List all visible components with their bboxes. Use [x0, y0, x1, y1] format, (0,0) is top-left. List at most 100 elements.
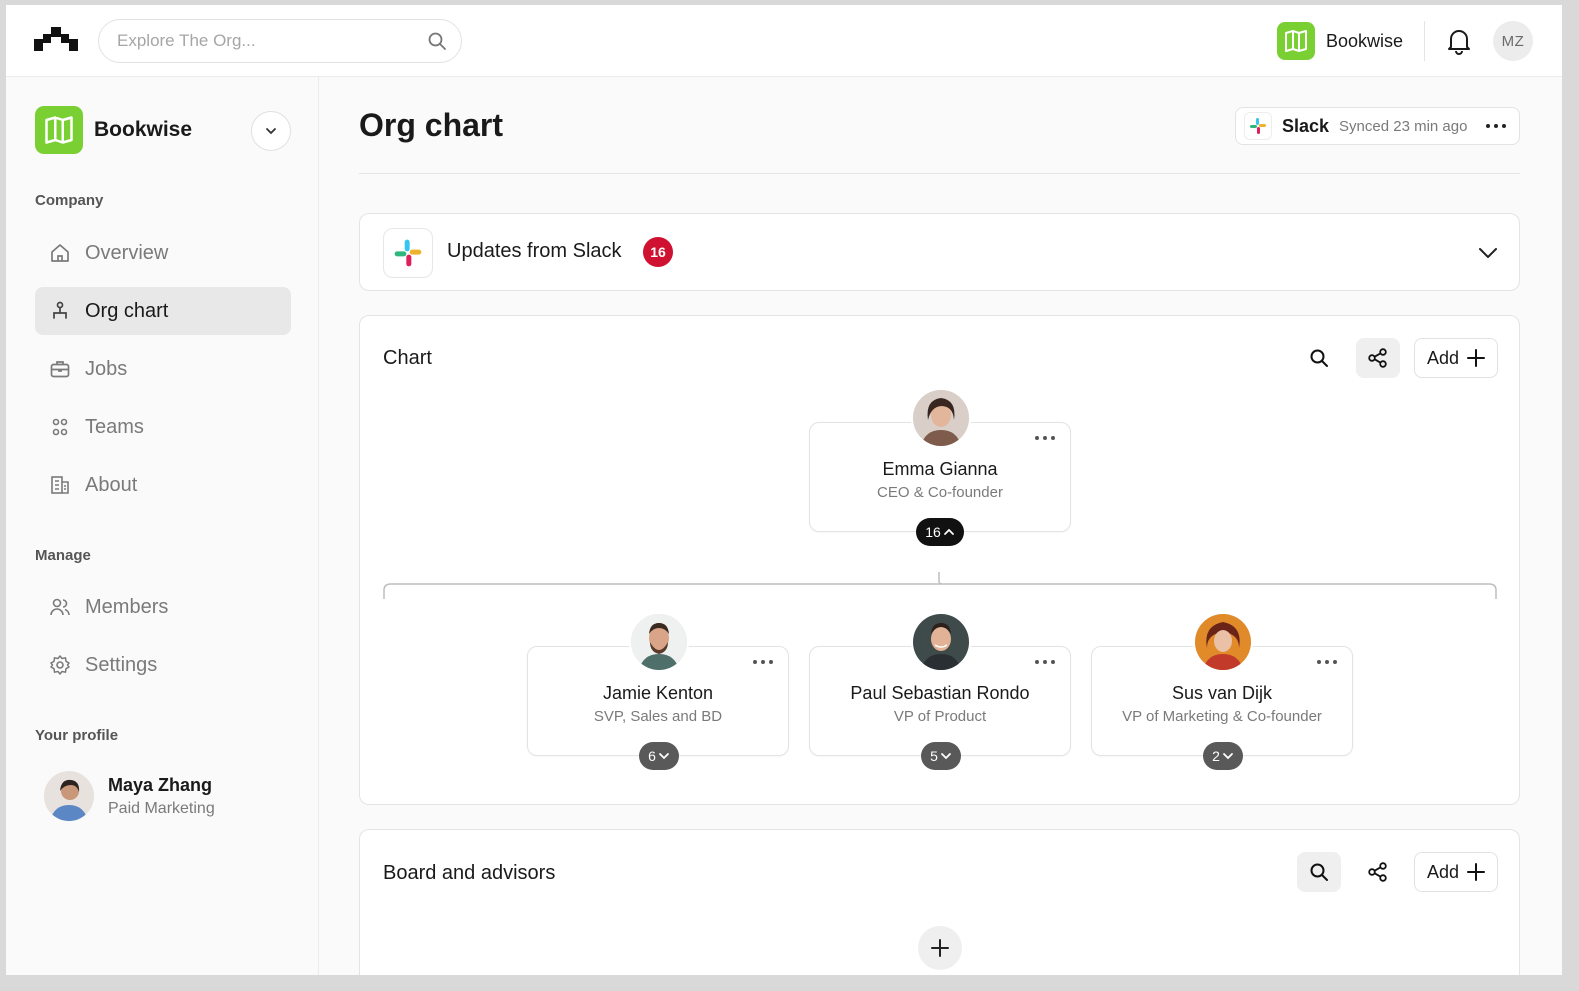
slack-logo-icon [383, 228, 433, 278]
chevron-down-icon [266, 128, 276, 135]
reports-count: 16 [925, 524, 941, 540]
sync-source: Slack [1282, 115, 1330, 136]
org-node-child[interactable]: Paul Sebastian Rondo VP of Product 5 [809, 612, 1071, 770]
sidebar-item-label: About [85, 473, 138, 496]
building-icon [51, 476, 69, 494]
person-avatar [911, 612, 971, 672]
user-avatar[interactable]: MZ [1493, 21, 1533, 61]
more-options-icon[interactable] [1034, 434, 1056, 442]
person-name: Emma Gianna [882, 459, 998, 479]
chevron-down-icon[interactable] [1476, 241, 1500, 265]
sidebar-item-about[interactable]: About [35, 461, 291, 509]
org-dropdown-button[interactable] [251, 111, 291, 151]
search-icon [1310, 863, 1328, 881]
chevron-up-icon [943, 528, 954, 535]
plus-icon [931, 939, 949, 957]
plus-icon [1467, 349, 1486, 367]
sidebar-item-jobs[interactable]: Jobs [35, 345, 291, 393]
chevron-down-icon [1222, 753, 1233, 760]
profile-avatar [44, 771, 94, 821]
board-share-button[interactable] [1356, 852, 1400, 892]
person-name: Jamie Kenton [602, 683, 714, 703]
plus-icon [1467, 863, 1486, 881]
slack-updates-panel[interactable]: Updates from Slack 16 [359, 213, 1520, 291]
person-avatar [1193, 612, 1253, 672]
sidebar-item-label: Jobs [85, 357, 128, 380]
book-icon [1277, 22, 1315, 60]
chart-share-button[interactable] [1356, 338, 1400, 378]
sidebar-item-members[interactable]: Members [35, 583, 291, 631]
reports-toggle[interactable]: 6 [639, 742, 679, 770]
person-role: CEO & Co-founder [877, 484, 1003, 501]
reports-count: 5 [930, 748, 938, 764]
reports-count: 2 [1212, 748, 1220, 764]
sidebar-item-label: Members [85, 595, 169, 618]
divider [1424, 21, 1425, 61]
profile-name: Maya Zhang [108, 774, 213, 795]
sidebar-item-org-chart[interactable]: Org chart [35, 287, 291, 335]
person-role: VP of Product [893, 708, 987, 725]
sidebar-org[interactable]: Bookwise [35, 106, 192, 154]
sidebar-item-label: Org chart [85, 299, 169, 322]
sidebar-item-teams[interactable]: Teams [35, 403, 291, 451]
profile-card[interactable]: Maya Zhang Paid Marketing [44, 771, 215, 821]
search-bar[interactable]: Explore The Org... [98, 19, 462, 63]
more-options-icon[interactable] [752, 658, 774, 666]
book-icon [35, 106, 83, 154]
section-your-profile: Your profile [35, 727, 119, 744]
chart-add-button[interactable]: Add [1414, 338, 1498, 378]
reports-toggle[interactable]: 5 [921, 742, 961, 770]
notification-bell-icon[interactable] [1446, 27, 1472, 55]
app-logo-icon[interactable] [34, 25, 78, 55]
person-role: SVP, Sales and BD [593, 708, 723, 725]
teams-icon [52, 418, 68, 436]
person-avatar [629, 612, 689, 672]
app-window: Explore The Org... Bookwise MZ Bookwise … [6, 5, 1562, 975]
sidebar-org-name: Bookwise [94, 118, 193, 141]
more-options-icon[interactable] [1316, 658, 1338, 666]
home-icon [51, 244, 69, 262]
org-node-child[interactable]: Sus van Dijk VP of Marketing & Co-founde… [1091, 612, 1353, 770]
sync-time: Synced 23 min ago [1339, 117, 1468, 135]
org-node-root[interactable]: Emma Gianna CEO & Co-founder 16 [809, 388, 1071, 546]
section-company: Company [35, 192, 104, 209]
reports-toggle[interactable]: 2 [1203, 742, 1243, 770]
share-icon [1368, 348, 1387, 368]
reports-count: 6 [648, 748, 656, 764]
org-chart-panel: Chart Add Emma Gianna CEO & Co-founder 1… [359, 315, 1520, 805]
sidebar-item-overview[interactable]: Overview [35, 229, 291, 277]
chevron-down-icon [940, 753, 951, 760]
more-options-icon[interactable] [1034, 658, 1056, 666]
chart-search-button[interactable] [1297, 338, 1341, 378]
divider [359, 173, 1520, 174]
profile-role: Paid Marketing [108, 799, 215, 817]
board-advisors-panel: Board and advisors Add [359, 829, 1520, 975]
reports-toggle[interactable]: 16 [916, 518, 964, 546]
search-input[interactable]: Explore The Org... [117, 31, 427, 51]
search-icon[interactable] [427, 31, 447, 51]
person-avatar [911, 388, 971, 448]
board-title: Board and advisors [383, 862, 556, 884]
search-icon [1310, 349, 1328, 367]
board-add-button[interactable]: Add [1414, 852, 1498, 892]
board-search-button[interactable] [1297, 852, 1341, 892]
top-bar: Explore The Org... Bookwise MZ [6, 5, 1562, 77]
chart-title: Chart [383, 347, 432, 369]
sidebar-item-label: Teams [85, 415, 144, 438]
sidebar: Bookwise Company Overview Org chart Jobs… [6, 77, 319, 975]
person-role: VP of Marketing & Co-founder [1122, 708, 1322, 725]
gear-icon [50, 655, 70, 675]
sidebar-item-settings[interactable]: Settings [35, 641, 291, 689]
share-icon [1368, 862, 1387, 882]
section-manage: Manage [35, 547, 91, 564]
briefcase-icon [50, 361, 70, 378]
chevron-down-icon [658, 753, 669, 760]
org-chart-icon [53, 301, 67, 319]
more-options-icon[interactable] [1485, 123, 1507, 129]
org-name: Bookwise [1326, 30, 1404, 51]
org-chart-connector [383, 572, 1497, 599]
add-advisor-button[interactable] [918, 926, 962, 970]
org-switcher[interactable]: Bookwise [1277, 22, 1403, 60]
main-content: Org chart Slack Synced 23 min ago Update… [319, 77, 1562, 975]
org-node-child[interactable]: Jamie Kenton SVP, Sales and BD 6 [527, 612, 789, 770]
